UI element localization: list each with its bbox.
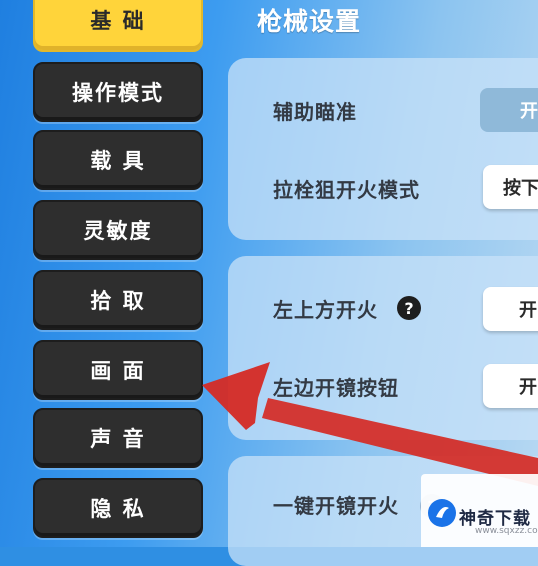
sidebar-item-label: 拾 取 <box>90 289 146 313</box>
sidebar-item-label: 灵敏度 <box>83 219 153 243</box>
sidebar-item-label: 隐 私 <box>90 497 146 521</box>
sidebar-item-label: 画 面 <box>90 359 146 383</box>
left-scope-button-toggle[interactable]: 开 <box>483 364 538 408</box>
sidebar-item-vehicle[interactable]: 载 具 <box>33 130 203 190</box>
sidebar-item-graphics[interactable]: 画 面 <box>33 340 203 400</box>
sidebar-item-label: 基 础 <box>90 9 146 33</box>
bolt-fire-mode-toggle[interactable]: 按下 <box>483 165 538 209</box>
sidebar-item-privacy[interactable]: 隐 私 <box>33 478 203 538</box>
sidebar-item-label: 载 具 <box>90 149 146 173</box>
settings-panel <box>228 256 538 440</box>
sidebar-item-pickup[interactable]: 拾 取 <box>33 270 203 330</box>
logo-icon <box>428 499 456 527</box>
setting-label-upper-left-fire: 左上方开火 <box>273 298 378 322</box>
aim-assist-toggle[interactable]: 开 <box>480 88 538 132</box>
sidebar-nav: 基 础 操作模式 载 具 灵敏度 拾 取 画 面 声 音 隐 私 <box>0 0 220 547</box>
watermark-url: www.sqxzz.com <box>475 526 538 536</box>
watermark: 神奇下载 www.sqxzz.com <box>421 474 538 547</box>
sidebar-item-label: 声 音 <box>90 427 146 451</box>
setting-label-left-scope-button: 左边开镜按钮 <box>273 376 399 400</box>
sidebar-item-control-mode[interactable]: 操作模式 <box>33 62 203 122</box>
setting-label-one-tap-scope-fire: 一键开镜开火 <box>273 494 399 518</box>
sidebar-item-basic[interactable]: 基 础 <box>33 0 203 52</box>
sidebar-item-sound[interactable]: 声 音 <box>33 408 203 468</box>
sidebar-item-label: 操作模式 <box>72 81 164 105</box>
settings-panel <box>228 58 538 240</box>
sidebar-item-sensitivity[interactable]: 灵敏度 <box>33 200 203 260</box>
page-title: 枪械设置 <box>257 7 362 36</box>
setting-label-bolt-fire-mode: 拉栓狙开火模式 <box>273 178 420 202</box>
help-icon[interactable]: ? <box>397 296 421 320</box>
upper-left-fire-toggle[interactable]: 开 <box>483 287 538 331</box>
setting-label-aim-assist: 辅助瞄准 <box>273 100 357 124</box>
